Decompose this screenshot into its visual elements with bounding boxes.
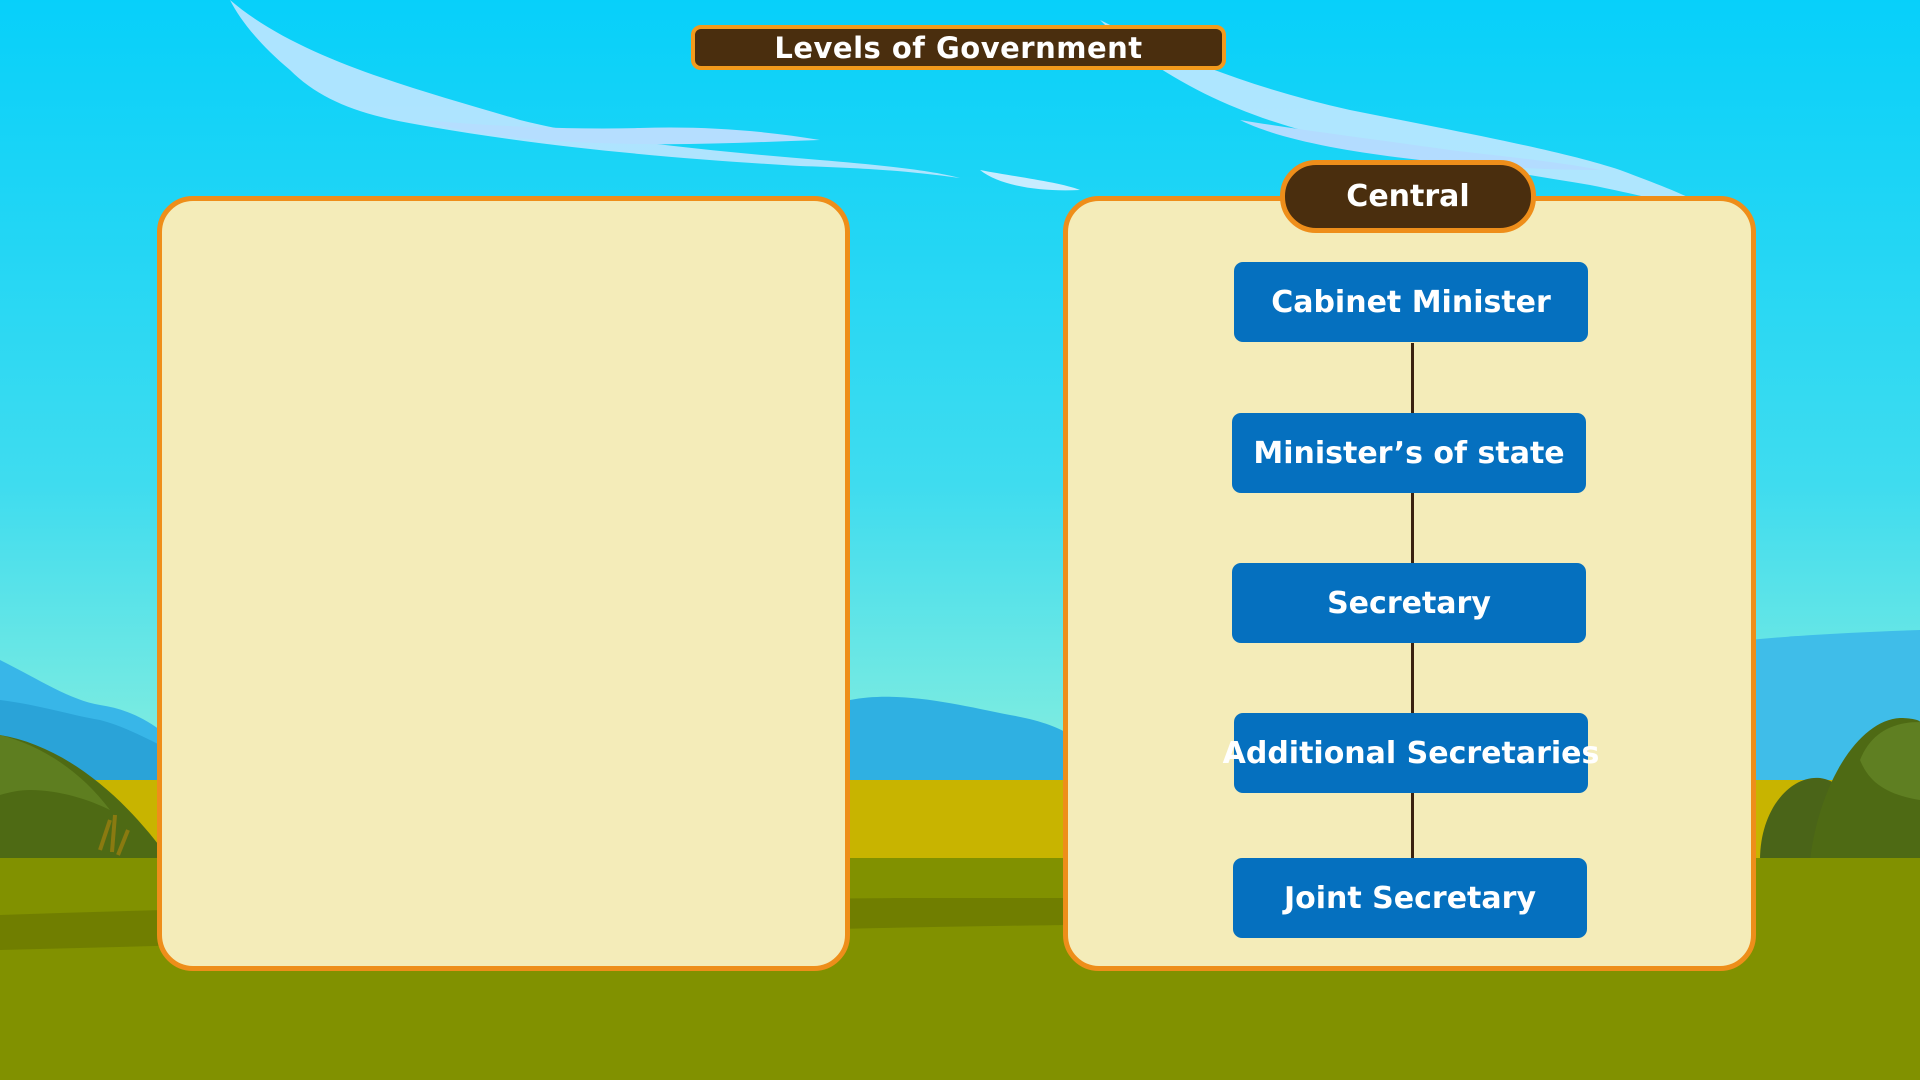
hierarchy-node-additional-secretaries: Additional Secretaries — [1223, 713, 1599, 793]
hierarchy-node-joint-secretary: Joint Secretary — [1233, 858, 1587, 938]
connector-line — [1411, 493, 1414, 563]
left-panel — [157, 196, 850, 971]
panel-title-central: Central — [1280, 160, 1536, 233]
page-title: Levels of Government — [691, 25, 1226, 70]
hierarchy-node-ministers-of-state: Minister’s of state — [1232, 413, 1586, 493]
hierarchy-node-cabinet-minister: Cabinet Minister — [1234, 262, 1588, 342]
connector-line — [1411, 793, 1414, 858]
hierarchy-node-secretary: Secretary — [1232, 563, 1586, 643]
connector-line — [1411, 343, 1414, 413]
connector-line — [1411, 643, 1414, 713]
